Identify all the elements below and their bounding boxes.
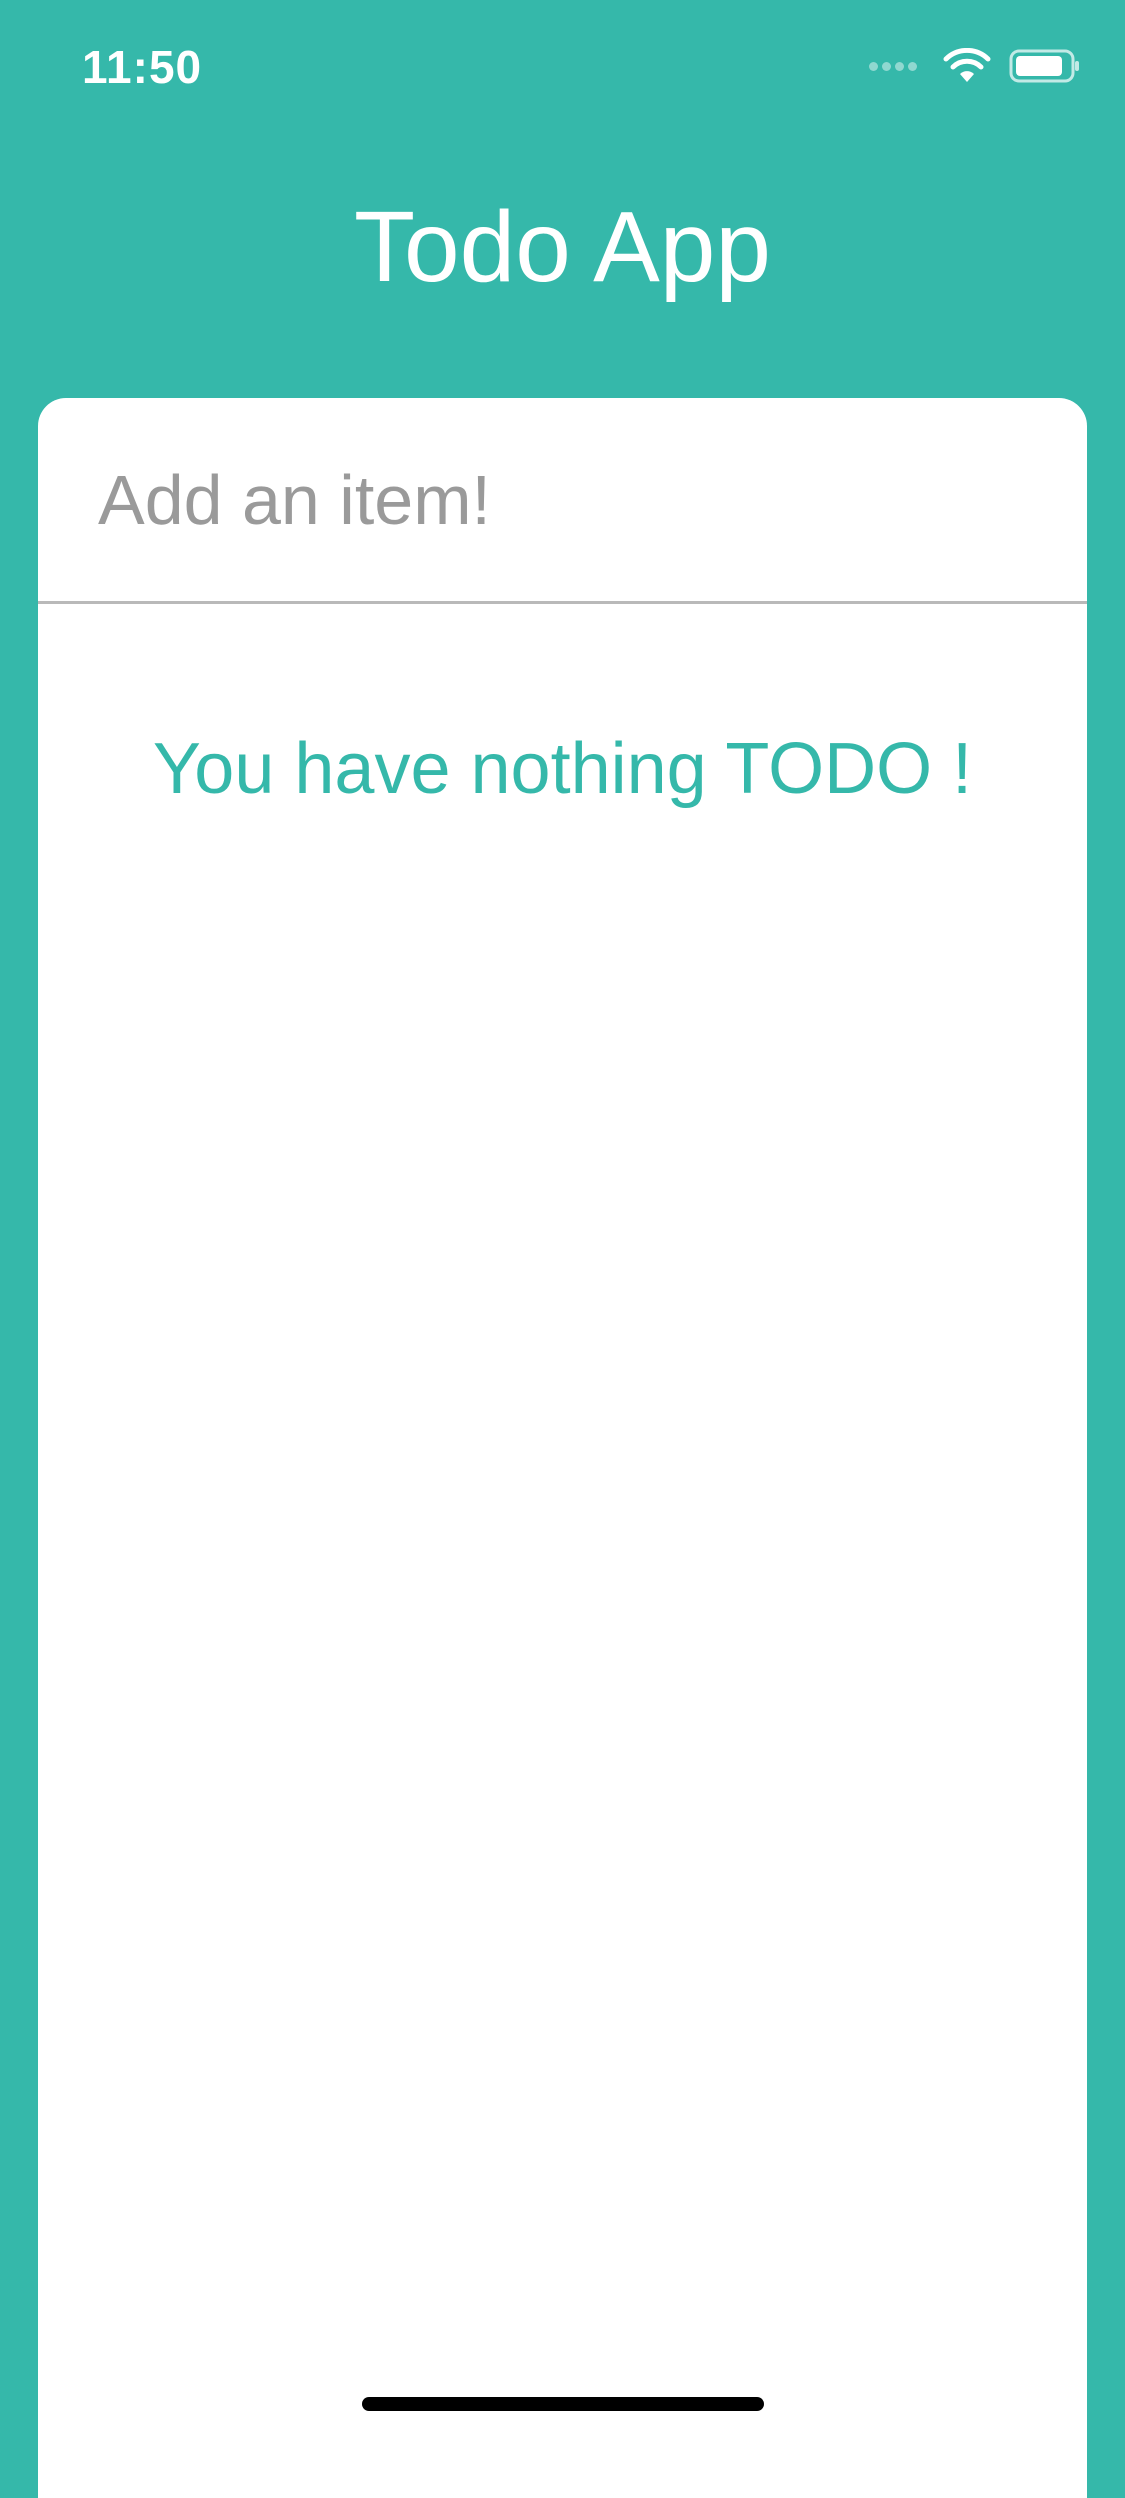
status-time: 11:50 [82, 41, 203, 93]
add-item-input[interactable] [38, 398, 1087, 604]
todo-card: You have nothing TODO ! [38, 398, 1087, 2498]
signal-icon [869, 61, 921, 71]
status-icons [869, 48, 1081, 84]
status-bar: 11:50 [0, 0, 1125, 132]
wifi-icon [943, 48, 991, 82]
home-indicator[interactable] [362, 2397, 764, 2411]
app-title: Todo App [353, 191, 772, 303]
battery-icon [1009, 49, 1079, 83]
empty-state-message: You have nothing TODO ! [152, 729, 973, 809]
